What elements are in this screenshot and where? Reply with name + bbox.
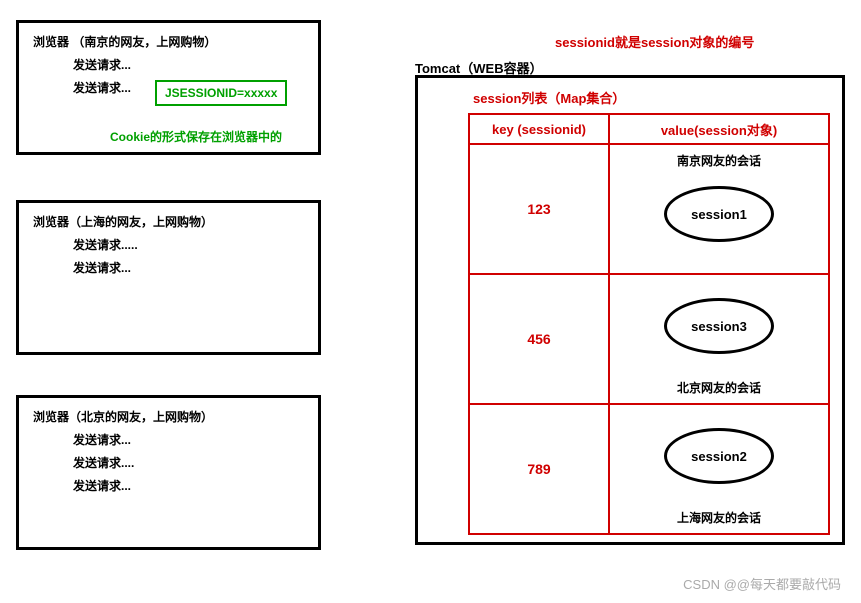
session-name: session2 bbox=[691, 449, 747, 464]
table-row: 456 session3 北京网友的会话 bbox=[469, 274, 829, 404]
cookie-box: JSESSIONID=xxxxx bbox=[155, 80, 287, 106]
request-line: 发送请求..... bbox=[73, 236, 304, 253]
browser-title: 浏览器（上海的网友，上网购物） bbox=[33, 213, 304, 230]
value-cell: session3 北京网友的会话 bbox=[609, 274, 829, 404]
table-header-key: key (sessionid) bbox=[469, 114, 609, 144]
request-line: 发送请求... bbox=[73, 431, 304, 448]
value-cell: session2 上海网友的会话 bbox=[609, 404, 829, 534]
request-line: 发送请求... bbox=[73, 259, 304, 276]
session-list-title: session列表（Map集合） bbox=[473, 88, 625, 107]
value-label: 北京网友的会话 bbox=[611, 379, 827, 396]
key-cell: 123 bbox=[469, 144, 609, 274]
table-header-value: value(session对象) bbox=[609, 114, 829, 144]
key-cell: 789 bbox=[469, 404, 609, 534]
sessionid-note: sessionid就是session对象的编号 bbox=[555, 32, 754, 51]
value-label: 上海网友的会话 bbox=[611, 509, 827, 526]
value-label: 南京网友的会话 bbox=[611, 152, 827, 169]
request-line: 发送请求... bbox=[73, 56, 304, 73]
cookie-note: Cookie的形式保存在浏览器中的 bbox=[110, 128, 282, 145]
request-line: 发送请求.... bbox=[73, 454, 304, 471]
session-ellipse: session3 bbox=[664, 298, 774, 354]
table-row: 123 南京网友的会话 session1 bbox=[469, 144, 829, 274]
table-row: 789 session2 上海网友的会话 bbox=[469, 404, 829, 534]
watermark: CSDN @@每天都要敲代码 bbox=[683, 574, 841, 593]
browser-title: 浏览器（北京的网友，上网购物） bbox=[33, 408, 304, 425]
value-cell: 南京网友的会话 session1 bbox=[609, 144, 829, 274]
session-name: session3 bbox=[691, 319, 747, 334]
key-cell: 456 bbox=[469, 274, 609, 404]
request-line: 发送请求... bbox=[73, 477, 304, 494]
session-ellipse: session1 bbox=[664, 186, 774, 242]
browser-box-beijing: 浏览器（北京的网友，上网购物） 发送请求... 发送请求.... 发送请求... bbox=[16, 395, 321, 550]
session-name: session1 bbox=[691, 207, 747, 222]
browser-box-shanghai: 浏览器（上海的网友，上网购物） 发送请求..... 发送请求... bbox=[16, 200, 321, 355]
session-table: key (sessionid) value(session对象) 123 南京网… bbox=[468, 113, 830, 535]
tomcat-box: session列表（Map集合） key (sessionid) value(s… bbox=[415, 75, 845, 545]
browser-title: 浏览器 （南京的网友，上网购物） bbox=[33, 33, 304, 50]
session-ellipse: session2 bbox=[664, 428, 774, 484]
